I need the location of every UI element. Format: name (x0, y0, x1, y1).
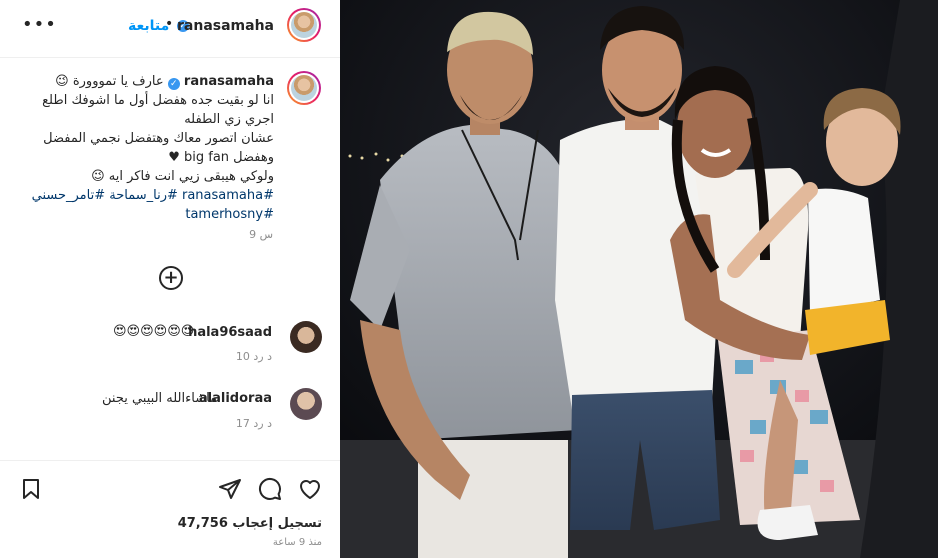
follow-button[interactable]: متابعة (128, 18, 169, 34)
post-photo[interactable] (340, 0, 938, 558)
plus-circle-icon[interactable]: + (159, 266, 183, 290)
comment-text: ماشاءالله البيبي يجنن (102, 391, 218, 406)
caption-line-2: انا لو بقيت جده هفضل أول ما اشوفك اطلع (42, 93, 274, 108)
more-options-icon[interactable]: ••• (22, 14, 57, 35)
bookmark-icon[interactable] (19, 477, 43, 501)
separator-dot: • (165, 16, 174, 32)
likes-count[interactable]: 47,756 تسجيل إعجاب (178, 516, 322, 531)
caption-avatar[interactable] (287, 71, 321, 105)
post-age: منذ 9 ساعة (272, 537, 322, 548)
caption-verified-icon: ✓ (167, 78, 180, 90)
comment-meta[interactable]: 10 د رد (236, 350, 272, 363)
comment-username[interactable]: hala96saad (188, 325, 272, 340)
caption-line-5: وهفضل big fan ♥ (168, 150, 274, 165)
instagram-post-view: ••• متابعة • ✓ ranasamaha ranasamaha ✓ ع… (0, 0, 938, 559)
group-photo-illustration (340, 0, 938, 558)
caption-line-3: اجري زي الطفله (184, 112, 274, 127)
caption-line-6: ولوكي هيبقى زيي انت فاكر ايه 😉 (91, 169, 274, 184)
caption-line-1: عارف يا تمووورة 😉 (55, 74, 164, 89)
comment-avatar[interactable] (290, 321, 322, 353)
caption-timestamp: 9 س (249, 228, 273, 241)
share-icon[interactable] (218, 477, 242, 501)
post-header: ••• متابعة • ✓ ranasamaha (0, 0, 340, 58)
caption-line-4: عشان اتصور معاك وهتفضل نجمي المفضل (43, 131, 274, 146)
post-side-panel: ••• متابعة • ✓ ranasamaha ranasamaha ✓ ع… (0, 0, 341, 559)
author-avatar[interactable] (287, 8, 321, 42)
post-author-username[interactable]: ranasamaha (177, 18, 274, 34)
caption-username[interactable]: ranasamaha (184, 74, 274, 89)
caption-first-line: ranasamaha ✓ عارف يا تمووورة 😉 (18, 72, 274, 91)
post-caption: ranasamaha ✓ عارف يا تمووورة 😉 انا لو بق… (18, 72, 274, 224)
comment-avatar[interactable] (290, 388, 322, 420)
caption-hashtags[interactable]: #ranasamaha #رنا_سماحة #تامر_حسني (18, 186, 274, 205)
caption-hashtag-tamerhosny[interactable]: #tamerhosny (18, 205, 274, 224)
post-actions-bar: 47,756 تسجيل إعجاب منذ 9 ساعة (0, 460, 340, 559)
comment-text: 😍😍😍😍😍😍 (113, 324, 195, 339)
heart-icon[interactable] (298, 477, 322, 501)
comment-meta[interactable]: 17 د رد (236, 417, 272, 430)
comment-icon[interactable] (258, 477, 282, 501)
